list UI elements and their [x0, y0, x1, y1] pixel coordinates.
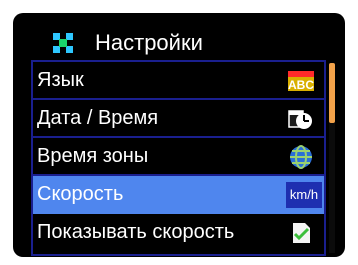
settings-icon [51, 31, 75, 55]
menu-item-label: Время зоны [37, 145, 149, 167]
abc-icon: ABC [288, 68, 314, 94]
speed-unit-icon: km/h [286, 182, 322, 208]
menu-item-time-zone[interactable]: Время зоны [33, 138, 324, 176]
settings-menu: Язык ABC Дата / Время Время зоны Скорост… [31, 60, 326, 256]
menu-item-label: Показывать скорость [37, 221, 235, 243]
menu-item-language[interactable]: Язык ABC [33, 62, 324, 100]
date-time-icon [288, 106, 314, 132]
menu-item-label: Дата / Время [37, 107, 159, 129]
menu-item-label: Скорость [37, 183, 124, 205]
title-bar: Настройки [13, 13, 345, 63]
menu-item-date-time[interactable]: Дата / Время [33, 100, 324, 138]
abc-icon-text: ABC [288, 78, 314, 92]
globe-icon [288, 144, 314, 170]
menu-item-show-speed[interactable]: Показывать скорость [33, 214, 324, 252]
checkmark-document-icon [288, 220, 314, 246]
page-title: Настройки [95, 30, 203, 55]
menu-item-label: Язык [37, 69, 84, 91]
menu-item-speed[interactable]: Скорость km/h [33, 176, 324, 214]
scrollbar-thumb[interactable] [329, 63, 335, 123]
device-screen: Настройки Язык ABC Дата / Время Время зо… [13, 13, 345, 257]
